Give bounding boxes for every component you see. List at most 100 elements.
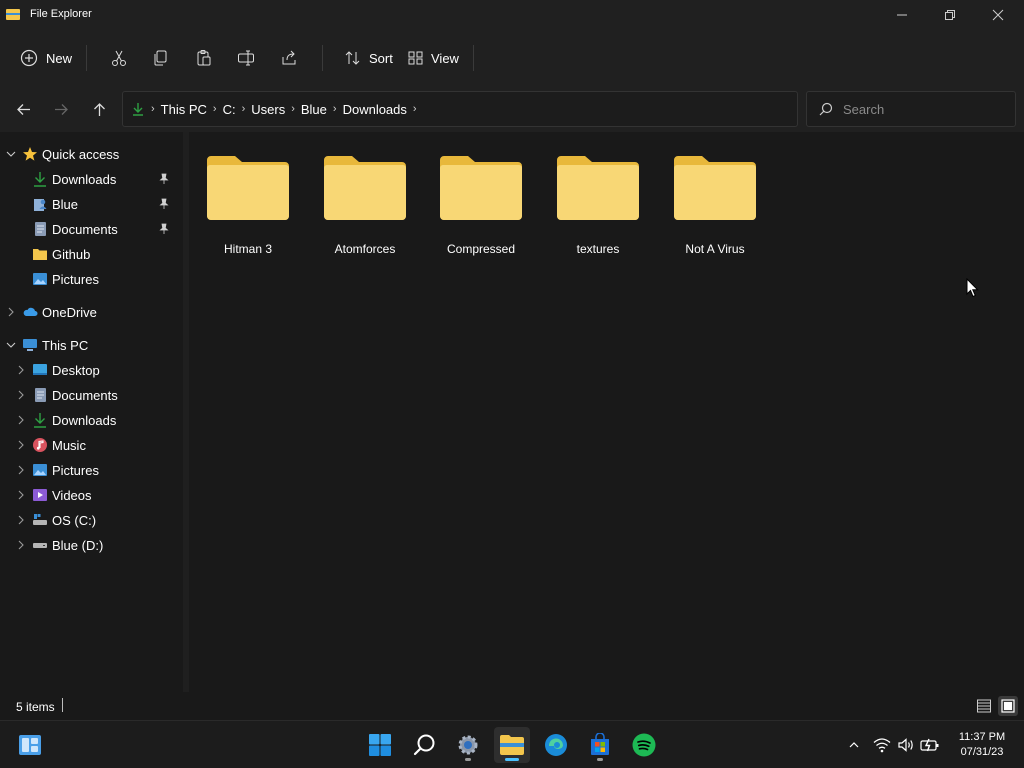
start-button[interactable]	[362, 727, 398, 763]
chevron-right-icon[interactable]	[6, 307, 16, 317]
chevron-right-icon[interactable]	[16, 440, 26, 450]
sidebar-item-videos[interactable]: Videos	[0, 483, 180, 507]
paste-button[interactable]	[195, 44, 213, 72]
sidebar-item-music[interactable]: Music	[0, 433, 180, 457]
sidebar-item-onedrive[interactable]: OneDrive	[0, 300, 180, 324]
download-icon	[133, 103, 143, 116]
widgets-button[interactable]	[12, 727, 48, 763]
clock-time: 11:37 PM	[958, 731, 1006, 743]
restore-button[interactable]	[927, 0, 973, 30]
sidebar-item-documents[interactable]: Documents	[0, 217, 180, 241]
sidebar-item-label: OS (C:)	[52, 512, 97, 528]
chevron-right-icon[interactable]: ›	[333, 103, 337, 115]
breadcrumb-blue[interactable]: Blue	[301, 102, 327, 117]
file-explorer-app-button[interactable]	[494, 727, 530, 763]
details-view-button[interactable]	[974, 696, 994, 716]
sidebar-item-github[interactable]: Github	[0, 242, 180, 266]
sidebar-item-label: Documents	[52, 221, 118, 237]
pin-icon	[159, 173, 169, 184]
sidebar-item-downloads-pc[interactable]: Downloads	[0, 408, 180, 432]
gear-icon	[458, 735, 478, 755]
new-label: New	[46, 50, 73, 66]
sidebar-item-pictures[interactable]: Pictures	[0, 267, 180, 291]
pane-splitter[interactable]	[183, 132, 189, 692]
sidebar-item-blue[interactable]: Blue	[0, 192, 180, 216]
cut-button[interactable]	[110, 44, 128, 72]
battery-button[interactable]	[920, 735, 940, 755]
status-divider	[62, 698, 63, 712]
sidebar-item-desktop[interactable]: Desktop	[0, 358, 180, 382]
sidebar-item-label: Documents	[52, 387, 118, 403]
taskbar-search-button[interactable]	[407, 727, 443, 763]
folder-name: textures	[576, 242, 620, 256]
view-button[interactable]: View	[407, 44, 459, 72]
back-button[interactable]	[10, 96, 36, 122]
status-bar: 5 items	[0, 692, 1024, 720]
sort-button[interactable]: Sort	[344, 44, 393, 72]
share-icon	[282, 50, 296, 65]
large-icons-view-button[interactable]	[998, 696, 1018, 716]
share-button[interactable]	[280, 44, 298, 72]
chevron-down-icon[interactable]	[6, 149, 16, 159]
sidebar-item-pictures-pc[interactable]: Pictures	[0, 458, 180, 482]
desktop-icon	[33, 364, 47, 375]
minimize-button[interactable]	[879, 0, 925, 30]
chevron-right-icon[interactable]	[16, 490, 26, 500]
arrow-left-icon	[16, 103, 30, 115]
chevron-right-icon[interactable]	[16, 365, 26, 375]
chevron-right-icon[interactable]	[16, 540, 26, 550]
sort-label: Sort	[369, 50, 393, 66]
file-explorer-icon	[500, 735, 524, 755]
cut-icon	[112, 50, 126, 66]
command-bar: New Sort View	[0, 30, 1024, 86]
forward-button[interactable]	[48, 96, 74, 122]
sidebar-item-quick-access[interactable]: Quick access	[0, 142, 180, 166]
edge-app-button[interactable]	[538, 727, 574, 763]
chevron-right-icon[interactable]: ›	[291, 103, 295, 115]
folder-item[interactable]: Compressed	[426, 154, 536, 264]
folder-item[interactable]: Atomforces	[310, 154, 420, 264]
chevron-down-icon[interactable]	[6, 340, 16, 350]
copy-button[interactable]	[152, 44, 170, 72]
chevron-right-icon[interactable]: ›	[213, 103, 217, 115]
new-button[interactable]: New	[20, 44, 72, 72]
up-button[interactable]	[86, 96, 112, 122]
close-button[interactable]	[975, 0, 1021, 30]
chevron-right-icon[interactable]: ›	[242, 103, 246, 115]
chevron-right-icon[interactable]	[16, 415, 26, 425]
folder-item[interactable]: Not A Virus	[660, 154, 770, 264]
breadcrumb-c-drive[interactable]: C:	[223, 102, 236, 117]
sidebar-item-documents-pc[interactable]: Documents	[0, 383, 180, 407]
store-app-button[interactable]	[582, 727, 618, 763]
search-box[interactable]	[806, 91, 1016, 127]
rename-button[interactable]	[237, 44, 255, 72]
breadcrumb-downloads[interactable]: Downloads	[343, 102, 407, 117]
network-button[interactable]	[872, 735, 892, 755]
sidebar-item-os-c[interactable]: OS (C:)	[0, 508, 180, 532]
sidebar-item-blue-d[interactable]: Blue (D:)	[0, 533, 180, 557]
sidebar-item-label: Videos	[52, 487, 92, 503]
clock[interactable]: 11:37 PM 07/31/23	[950, 730, 1014, 760]
sidebar-item-label: Pictures	[52, 462, 99, 478]
folder-item[interactable]: Hitman 3	[193, 154, 303, 264]
folder-icon	[440, 156, 522, 220]
chevron-right-icon[interactable]: ›	[413, 103, 417, 115]
large-icons-view-icon	[1001, 699, 1015, 713]
chevron-right-icon[interactable]	[16, 390, 26, 400]
sidebar-item-this-pc[interactable]: This PC	[0, 333, 180, 357]
file-explorer-app-icon	[6, 9, 20, 20]
address-bar[interactable]: › This PC › C: › Users › Blue › Download…	[122, 91, 798, 127]
chevron-right-icon[interactable]	[16, 465, 26, 475]
breadcrumb-users[interactable]: Users	[251, 102, 285, 117]
show-hidden-icons-button[interactable]	[844, 735, 864, 755]
breadcrumb-this-pc[interactable]: This PC	[161, 102, 207, 117]
toolbar-divider	[86, 45, 87, 71]
volume-button[interactable]	[896, 735, 916, 755]
settings-app-button[interactable]	[450, 727, 486, 763]
chevron-right-icon[interactable]	[16, 515, 26, 525]
spotify-app-button[interactable]	[626, 727, 662, 763]
folder-icon	[324, 156, 406, 220]
search-input[interactable]	[843, 101, 1003, 117]
sidebar-item-downloads[interactable]: Downloads	[0, 167, 180, 191]
folder-item[interactable]: textures	[543, 154, 653, 264]
